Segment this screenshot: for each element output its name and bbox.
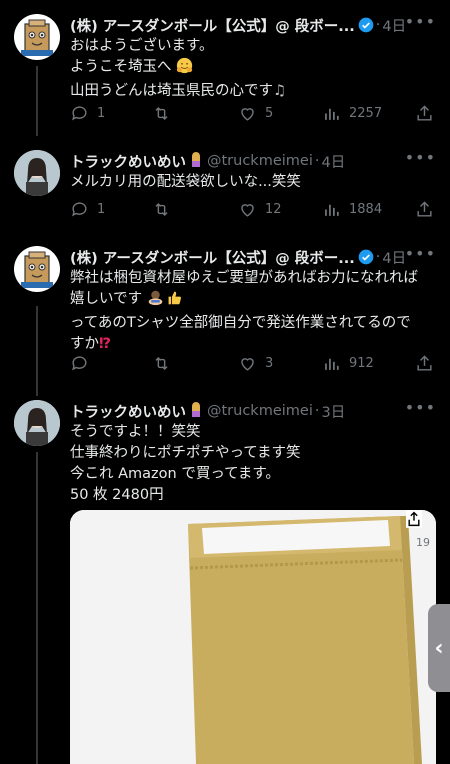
tweet-text: 弊社は梱包資材屋ゆえご要望があればお力になれれば 嬉しいです ってあのTシャツ全…	[70, 270, 418, 352]
hugging-emoji-icon	[176, 57, 193, 81]
tweet-actions: 1 12 1884	[70, 200, 436, 222]
views-icon	[325, 108, 339, 120]
display-name[interactable]: トラックめいめい	[70, 401, 186, 422]
avatar[interactable]	[14, 400, 60, 446]
avatar[interactable]	[14, 150, 60, 196]
handle[interactable]: @truckmeimei	[207, 403, 313, 419]
bowing-emoji-icon	[147, 289, 164, 313]
tweet-text: おはようございます。 ようこそ埼玉へ 山田うどんは埼玉県民の心です♫	[70, 38, 286, 99]
tweet-header: (株) アースダンボール【公式】@ 段ボー... · 4日 •••	[70, 12, 436, 36]
share-icon[interactable]	[406, 510, 422, 528]
retweet-icon	[155, 356, 168, 371]
exclamation-question-icon: ⁉	[99, 336, 112, 352]
views-button[interactable]: 912	[322, 354, 374, 373]
retweet-icon	[155, 106, 168, 121]
reply-button[interactable]: 1	[70, 200, 105, 219]
retweet-icon	[155, 202, 168, 217]
like-button[interactable]: 5	[238, 104, 273, 123]
share-icon	[417, 355, 432, 371]
tweet-actions: 3 912	[70, 354, 436, 376]
share-icon	[417, 105, 432, 121]
timestamp[interactable]: 3日	[321, 401, 345, 422]
avatar[interactable]	[14, 246, 60, 292]
handle[interactable]: @truckmeimei	[207, 153, 313, 169]
music-note-icon: ♫	[273, 83, 286, 99]
timestamp[interactable]: 4日	[321, 151, 345, 172]
timestamp[interactable]: 4日	[382, 247, 406, 268]
tweet-header: トラックめいめい @truckmeimei · 4日 •••	[70, 148, 436, 172]
like-button[interactable]: 12	[238, 200, 282, 219]
like-icon	[241, 358, 254, 371]
avatar[interactable]	[14, 14, 60, 60]
display-name[interactable]: (株) アースダンボール【公式】@ 段ボー...	[70, 15, 355, 36]
views-button[interactable]: 1884	[322, 200, 382, 219]
timestamp[interactable]: 4日	[382, 15, 406, 36]
envelope-image	[70, 510, 436, 764]
views-button[interactable]: 2257	[322, 104, 382, 123]
tweet[interactable]: トラックめいめい @truckmeimei · 4日 ••• メルカリ用の配送袋…	[0, 148, 450, 230]
more-icon[interactable]: •••	[405, 12, 436, 31]
verified-icon	[358, 249, 374, 265]
reply-button[interactable]: 1	[70, 104, 105, 123]
chevron-left-icon: ‹	[434, 635, 444, 661]
tweet-media-image[interactable]	[70, 510, 436, 764]
tweet-text: メルカリ用の配送袋欲しいな...笑笑	[70, 174, 301, 190]
views-icon	[325, 204, 339, 216]
share-button[interactable]	[415, 354, 434, 377]
tweet[interactable]: (株) アースダンボール【公式】@ 段ボー... · 4日 ••• おはようござ…	[0, 12, 450, 134]
reply-icon	[72, 202, 87, 217]
share-button[interactable]	[415, 104, 434, 127]
retweet-button[interactable]	[152, 200, 179, 219]
retweet-button[interactable]	[152, 104, 179, 123]
share-icon	[417, 201, 432, 217]
woman-emoji-icon	[189, 401, 203, 421]
display-name[interactable]: トラックめいめい	[70, 151, 186, 172]
thumbs-up-icon	[166, 289, 183, 313]
reply-icon	[72, 356, 87, 371]
like-icon	[241, 204, 254, 217]
retweet-button[interactable]	[152, 354, 179, 373]
tweet-header: トラックめいめい @truckmeimei · 3日 •••	[70, 398, 436, 422]
more-icon[interactable]: •••	[405, 244, 436, 263]
reply-icon	[72, 106, 87, 121]
share-button[interactable]	[415, 200, 434, 223]
tweet-header: (株) アースダンボール【公式】@ 段ボー... · 4日 •••	[70, 244, 436, 268]
reply-button[interactable]	[70, 354, 97, 373]
tweet-text: そうですよ！！笑笑 仕事終わりにポチポチやってます笑 今これ Amazon で買…	[70, 424, 301, 503]
views-icon	[325, 358, 339, 370]
woman-emoji-icon	[189, 151, 203, 171]
display-name[interactable]: (株) アースダンボール【公式】@ 段ボー...	[70, 247, 355, 268]
tweet-actions: 1 5 2257	[70, 104, 436, 126]
verified-icon	[358, 17, 374, 33]
media-count: 19	[416, 536, 430, 549]
more-icon[interactable]: •••	[405, 148, 436, 167]
side-panel-toggle[interactable]: ‹	[428, 604, 450, 692]
more-icon[interactable]: •••	[405, 398, 436, 417]
tweet[interactable]: (株) アースダンボール【公式】@ 段ボー... · 4日 ••• 弊社は梱包資…	[0, 244, 450, 386]
like-icon	[241, 108, 254, 121]
like-button[interactable]: 3	[238, 354, 273, 373]
